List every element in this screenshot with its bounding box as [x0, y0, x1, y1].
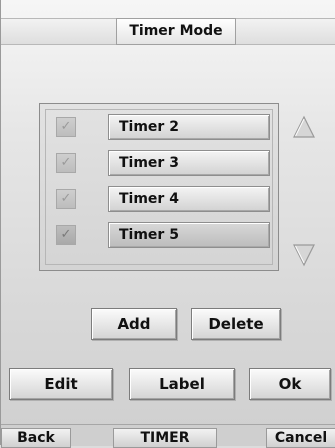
label-button[interactable]: Label	[129, 368, 235, 400]
delete-button[interactable]: Delete	[191, 308, 281, 340]
timer-item-button[interactable]: Timer 5	[108, 222, 270, 248]
scroll-down-arrow[interactable]	[292, 243, 316, 267]
timer-list-item[interactable]: ✓ Timer 2	[52, 114, 270, 140]
timer-item-button[interactable]: Timer 3	[108, 150, 270, 176]
timer-checkbox[interactable]: ✓	[56, 189, 76, 209]
timer-checkbox[interactable]: ✓	[56, 117, 76, 137]
back-button[interactable]: Back	[1, 428, 71, 448]
timer-mode-screen: Timer Mode ✓ Timer 2 ✓ Timer 3 ✓ Timer 4…	[0, 0, 335, 448]
ok-button[interactable]: Ok	[249, 368, 331, 400]
timer-checkbox[interactable]: ✓	[56, 153, 76, 173]
timer-list-item[interactable]: ✓ Timer 4	[52, 186, 270, 212]
add-button[interactable]: Add	[91, 308, 177, 340]
scroll-up-arrow[interactable]	[292, 115, 316, 139]
timer-checkbox[interactable]: ✓	[56, 225, 76, 245]
timer-list: ✓ Timer 2 ✓ Timer 3 ✓ Timer 4 ✓ Timer 5	[45, 109, 273, 265]
page-title: Timer Mode	[116, 18, 236, 45]
mode-indicator: TIMER	[113, 428, 217, 448]
timer-item-button[interactable]: Timer 4	[108, 186, 270, 212]
triangle-down-icon	[293, 244, 315, 267]
edit-button[interactable]: Edit	[9, 368, 113, 400]
cancel-button[interactable]: Cancel	[266, 428, 335, 448]
triangle-up-icon	[293, 115, 315, 138]
timer-item-button[interactable]: Timer 2	[108, 114, 270, 140]
timer-list-item[interactable]: ✓ Timer 3	[52, 150, 270, 176]
timer-list-item-selected[interactable]: ✓ Timer 5	[52, 222, 270, 248]
timer-list-panel: ✓ Timer 2 ✓ Timer 3 ✓ Timer 4 ✓ Timer 5	[39, 103, 279, 271]
